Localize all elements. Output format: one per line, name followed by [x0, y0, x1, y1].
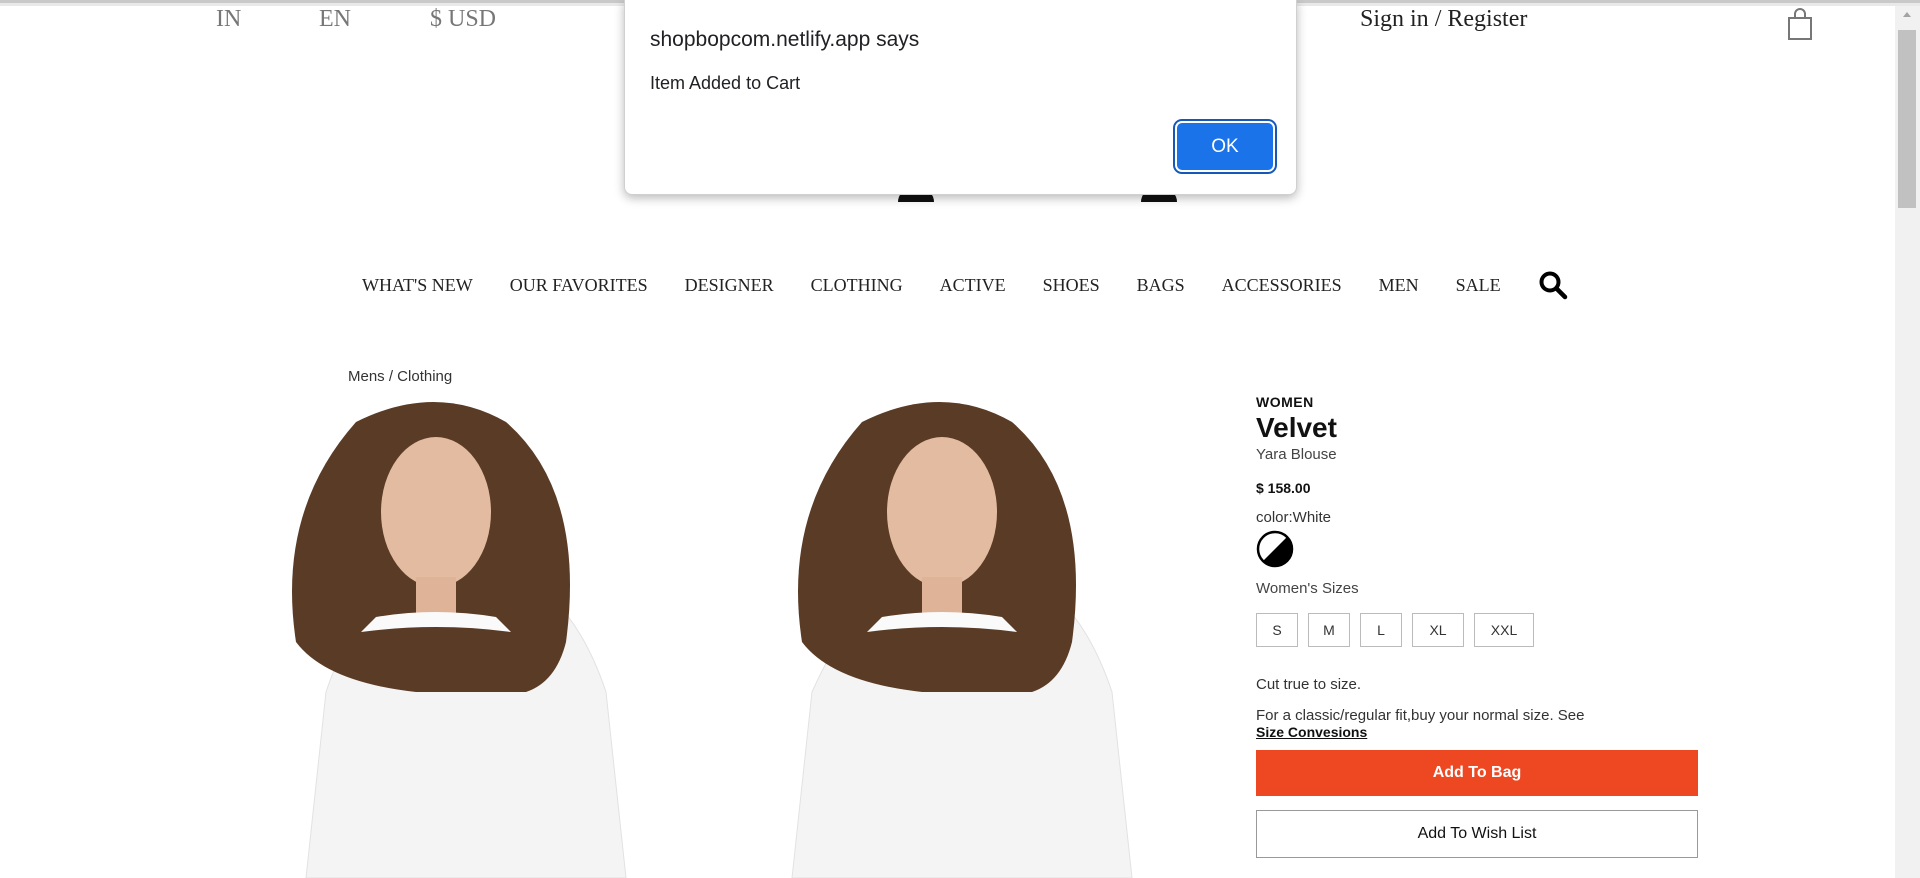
product-info: WOMEN Velvet Yara Blouse $ 158.00 color:…: [1256, 394, 1698, 858]
size-option-s[interactable]: S: [1256, 613, 1298, 647]
scroll-up-arrow[interactable]: [1895, 6, 1920, 22]
nav-item-accessories[interactable]: ACCESSORIES: [1222, 275, 1342, 296]
product-brand[interactable]: Velvet: [1256, 412, 1698, 444]
color-swatch-white[interactable]: [1256, 530, 1294, 568]
dialog-message: Item Added to Cart: [650, 73, 801, 93]
nav-item-sale[interactable]: SALE: [1456, 275, 1501, 296]
language-selector[interactable]: EN: [319, 6, 351, 33]
product-image[interactable]: [752, 392, 1212, 878]
nav-item-men[interactable]: MEN: [1379, 275, 1419, 296]
size-option-xl[interactable]: XL: [1412, 613, 1464, 647]
size-option-m[interactable]: M: [1308, 613, 1350, 647]
product-image[interactable]: [236, 392, 696, 878]
alert-dialog: shopbopcom.netlify.app says Item Added t…: [624, 0, 1297, 195]
account-links: Sign in / Register: [1360, 6, 1527, 33]
size-option-xxl[interactable]: XXL: [1474, 613, 1534, 647]
nav-item-shoes[interactable]: SHOES: [1043, 275, 1100, 296]
product-price: $ 158.00: [1256, 480, 1311, 496]
add-to-wishlist-button[interactable]: Add To Wish List: [1256, 810, 1698, 858]
fit-advice: For a classic/regular fit,buy your norma…: [1256, 707, 1585, 724]
nav-item-our-favorites[interactable]: OUR FAVORITES: [510, 275, 648, 296]
ok-button[interactable]: OK: [1177, 123, 1273, 170]
nav-item-clothing[interactable]: CLOTHING: [811, 275, 903, 296]
sign-in-link[interactable]: Sign in: [1360, 6, 1429, 32]
register-link[interactable]: Register: [1447, 6, 1527, 32]
dialog-title: shopbopcom.netlify.app says: [650, 28, 920, 51]
size-option-l[interactable]: L: [1360, 613, 1402, 647]
nav-item-active[interactable]: ACTIVE: [940, 275, 1006, 296]
nav-item-designer[interactable]: DESIGNER: [685, 275, 774, 296]
fit-note: Cut true to size.: [1256, 676, 1362, 693]
product-category: WOMEN: [1256, 394, 1314, 410]
scrollbar-thumb[interactable]: [1898, 30, 1916, 208]
account-separator: /: [1434, 6, 1442, 32]
size-conversions-link[interactable]: Size Convesions: [1256, 724, 1367, 740]
main-nav: WHAT'S NEW OUR FAVORITES DESIGNER CLOTHI…: [362, 270, 1568, 300]
search-icon[interactable]: [1538, 270, 1568, 300]
nav-item-whats-new[interactable]: WHAT'S NEW: [362, 275, 473, 296]
color-label: color:White: [1256, 509, 1332, 526]
size-selector: S M L XL XXL: [1256, 613, 1698, 647]
breadcrumb[interactable]: Mens / Clothing: [348, 368, 452, 385]
country-selector[interactable]: IN: [216, 6, 241, 33]
product-name: Yara Blouse: [1256, 446, 1337, 463]
add-to-bag-button[interactable]: Add To Bag: [1256, 750, 1698, 796]
shopping-bag-icon[interactable]: [1786, 8, 1814, 40]
nav-item-bags[interactable]: BAGS: [1137, 275, 1185, 296]
sizes-label: Women's Sizes: [1256, 580, 1359, 597]
currency-selector[interactable]: $ USD: [430, 6, 496, 33]
